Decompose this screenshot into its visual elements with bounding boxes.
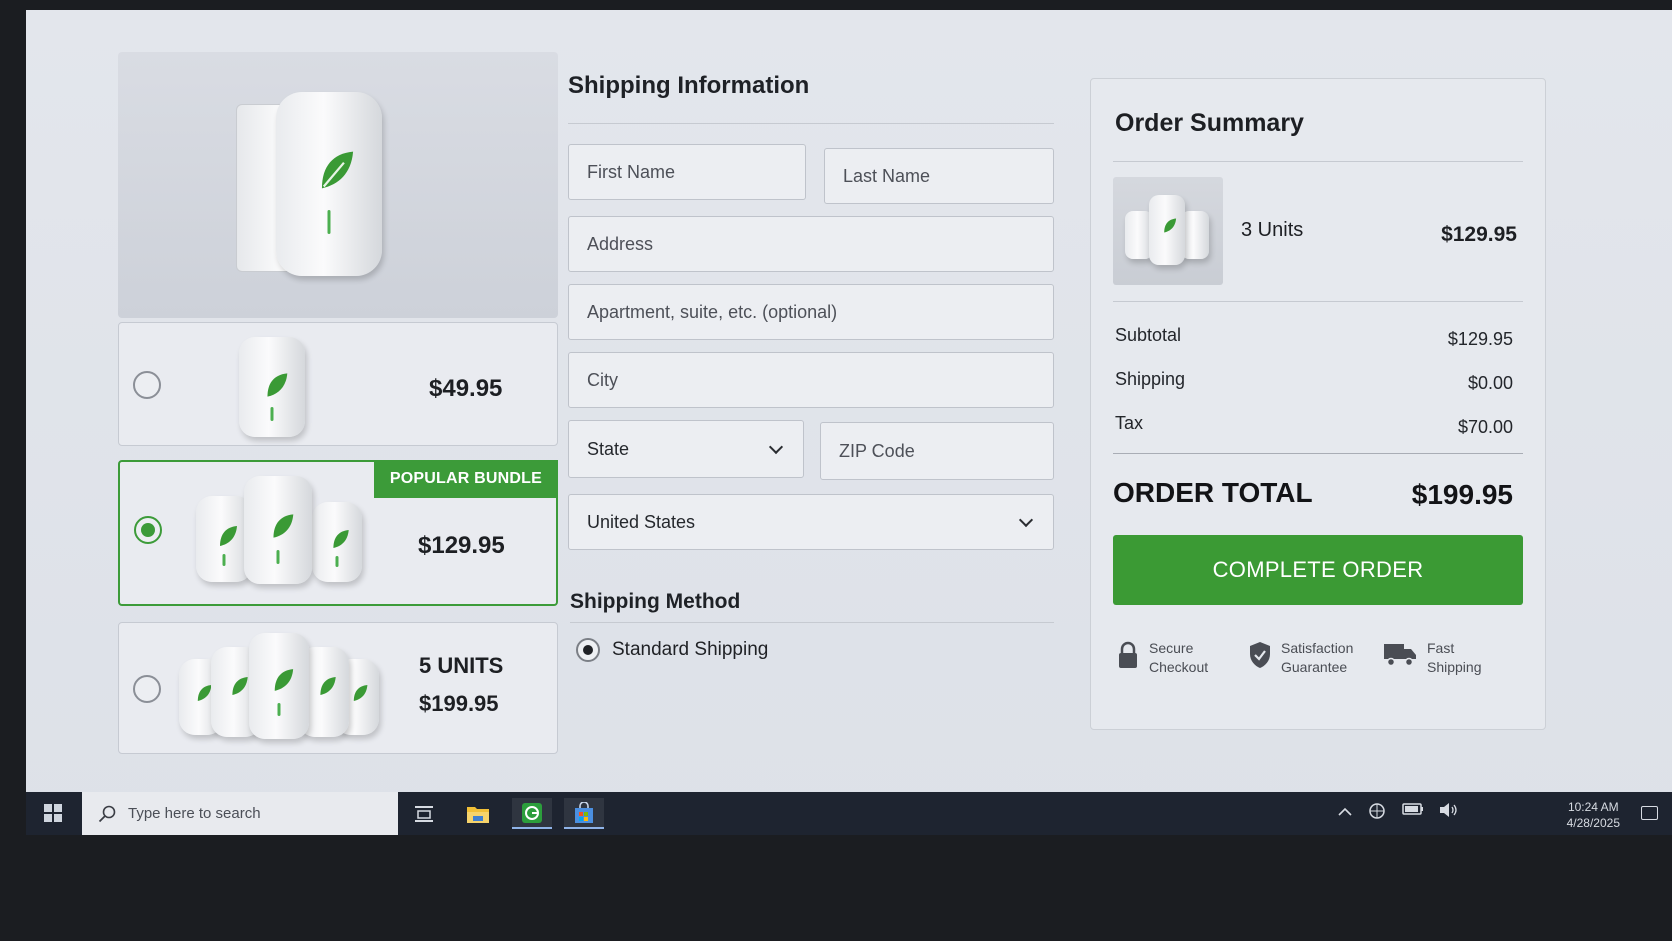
country-select[interactable]: United States [568,494,1054,550]
item-thumbnail [1113,177,1223,285]
country-select-value: United States [587,511,696,532]
standard-shipping-radio[interactable] [576,638,600,662]
bundle-option-3[interactable]: 5 UNITS $199.95 [118,622,558,754]
product-hero-image [118,52,558,318]
leaf-icon [273,514,294,538]
checkout-page: $49.95 POPULAR BUNDLE $129.95 5 UNITS $1… [26,10,1672,835]
popular-bundle-badge: POPULAR BUNDLE [373,460,558,498]
network-icon[interactable] [1368,802,1386,824]
shipping-info-title: Shipping Information [568,72,810,99]
taskbar-search-placeholder: Type here to search [128,805,261,822]
order-total-label: ORDER TOTAL [1113,477,1313,508]
cart-item-name: 3 Units [1241,219,1304,241]
last-name-field[interactable]: Last Name [824,148,1054,204]
file-explorer-icon[interactable] [458,798,498,829]
city-field[interactable]: City [568,352,1054,408]
standard-shipping-label: Standard Shipping [612,639,769,660]
order-total-value: $199.95 [1411,479,1513,510]
battery-icon[interactable] [1402,802,1424,820]
trust-1-line1: Secure [1149,640,1194,656]
divider [1113,161,1523,162]
tax-label: Tax [1115,413,1144,433]
leaf-icon [232,677,248,695]
bundle-option-2[interactable]: POPULAR BUNDLE $129.95 [118,460,558,606]
option-2-price: $129.95 [418,532,505,559]
device-image [244,476,312,584]
trust-3-line2: Shipping [1427,659,1482,675]
device-image [1149,195,1185,265]
bundle-option-1[interactable]: $49.95 [118,322,558,446]
clock-time: 10:24 AM [1567,800,1619,814]
leaf-icon [1164,218,1177,233]
option-3-radio[interactable] [133,675,161,703]
address-field[interactable]: Address [568,216,1054,272]
windows-taskbar: Type here to search 10:24 AM 4/28/2025 [26,792,1672,835]
device-image [276,92,382,276]
chevron-up-icon[interactable] [1338,804,1352,821]
trust-1-line2: Checkout [1149,659,1209,675]
shipping-method-title: Shipping Method [570,590,741,613]
leaf-icon [353,685,368,701]
subtotal-value: $129.95 [1447,329,1513,349]
state-select-label: State [587,438,630,459]
standard-shipping-option[interactable]: Standard Shipping [576,638,768,662]
leaf-icon [320,677,336,695]
clock-date: 4/28/2025 [1566,816,1620,830]
monitor-screen: $49.95 POPULAR BUNDLE $129.95 5 UNITS $1… [26,10,1672,835]
leaf-icon [333,530,349,548]
divider [568,123,1054,124]
complete-order-button[interactable]: COMPLETE ORDER [1113,535,1523,605]
shipping-label: Shipping [1115,369,1186,389]
task-view-icon[interactable] [404,798,444,829]
store-app-icon[interactable] [564,798,604,829]
trust-2-line1: Satisfaction [1281,640,1354,656]
taskbar-search-box[interactable]: Type here to search [82,792,398,835]
fast-shipping-badge: Fast Shipping [1383,639,1482,677]
leaf-icon [197,685,212,701]
option-1-radio[interactable] [133,371,161,399]
leaf-icon [220,526,237,546]
tax-value: $70.00 [1457,417,1513,437]
lock-icon [1119,641,1137,668]
leaf-icon [321,151,354,189]
secure-checkout-badge: Secure Checkout [1117,639,1208,677]
option-2-radio[interactable] [134,516,162,544]
device-image [312,502,362,582]
shield-check-icon [1250,642,1270,668]
device-image [249,633,309,739]
windows-start-icon[interactable] [44,804,62,822]
taskbar-clock[interactable]: 10:24 AM 4/28/2025 [1567,799,1620,831]
option-3-units: 5 UNITS [419,653,504,678]
satisfaction-guarantee-badge: Satisfaction Guarantee [1249,639,1353,677]
shipping-value: $0.00 [1467,373,1513,393]
divider [1113,453,1523,454]
divider [1113,301,1523,302]
option-3-price: $199.95 [419,691,499,716]
apartment-field[interactable]: Apartment, suite, etc. (optional) [568,284,1054,340]
option-1-price: $49.95 [429,375,503,402]
cart-item-price: $129.95 [1441,223,1517,246]
first-name-field[interactable]: First Name [568,144,806,200]
state-select[interactable]: State [568,420,804,478]
search-icon [98,805,116,822]
leaf-icon [274,669,294,691]
zip-code-field[interactable]: ZIP Code [820,422,1054,480]
trust-3-line1: Fast [1427,640,1455,656]
chevron-down-icon [1018,512,1034,528]
order-summary-panel: Order Summary 3 Units $129.95 Subtotal $… [1090,78,1546,730]
volume-icon[interactable] [1438,802,1458,822]
device-image [239,337,305,437]
subtotal-label: Subtotal [1115,325,1182,345]
notification-icon[interactable] [1641,806,1658,820]
leaf-icon [267,373,288,397]
order-summary-title: Order Summary [1115,109,1304,137]
device-image [1181,211,1209,259]
divider [570,622,1054,623]
chevron-down-icon [768,439,784,455]
truck-icon [1384,644,1416,667]
browser-app-icon[interactable] [512,798,552,829]
trust-2-line2: Guarantee [1281,659,1348,675]
